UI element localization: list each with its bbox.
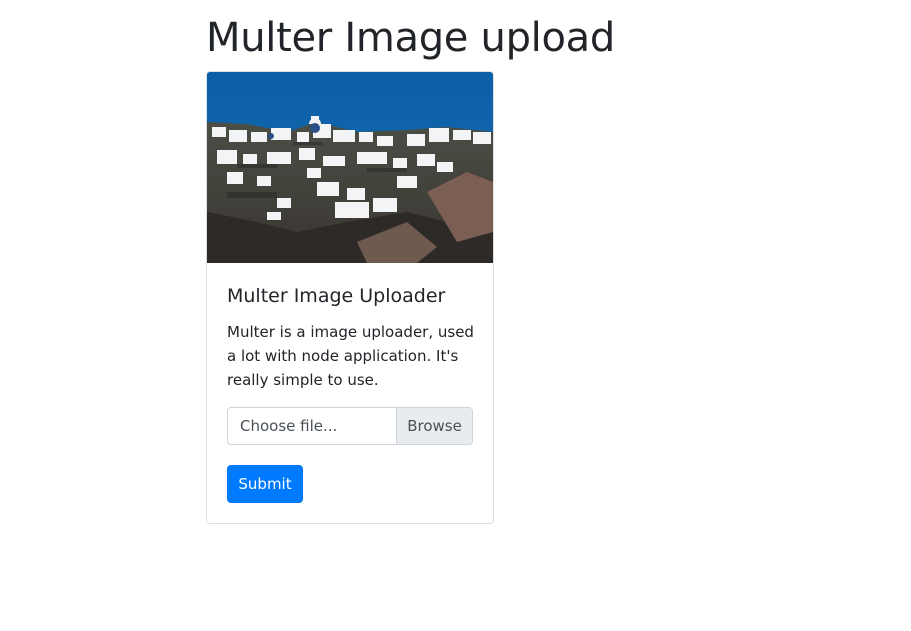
card-description: Multer is a image uploader, used a lot w…	[227, 323, 474, 389]
browse-button[interactable]: Browse	[396, 408, 472, 444]
submit-button[interactable]: Submit	[227, 465, 303, 503]
card-title: Multer Image Uploader	[227, 285, 446, 307]
file-input[interactable]: Choose file... Browse	[227, 407, 473, 445]
page-title: Multer Image upload	[206, 15, 615, 61]
uploader-card: Multer Image Uploader Multer is a image …	[206, 71, 494, 524]
file-input-placeholder[interactable]: Choose file...	[240, 408, 337, 444]
card-image	[207, 72, 493, 263]
